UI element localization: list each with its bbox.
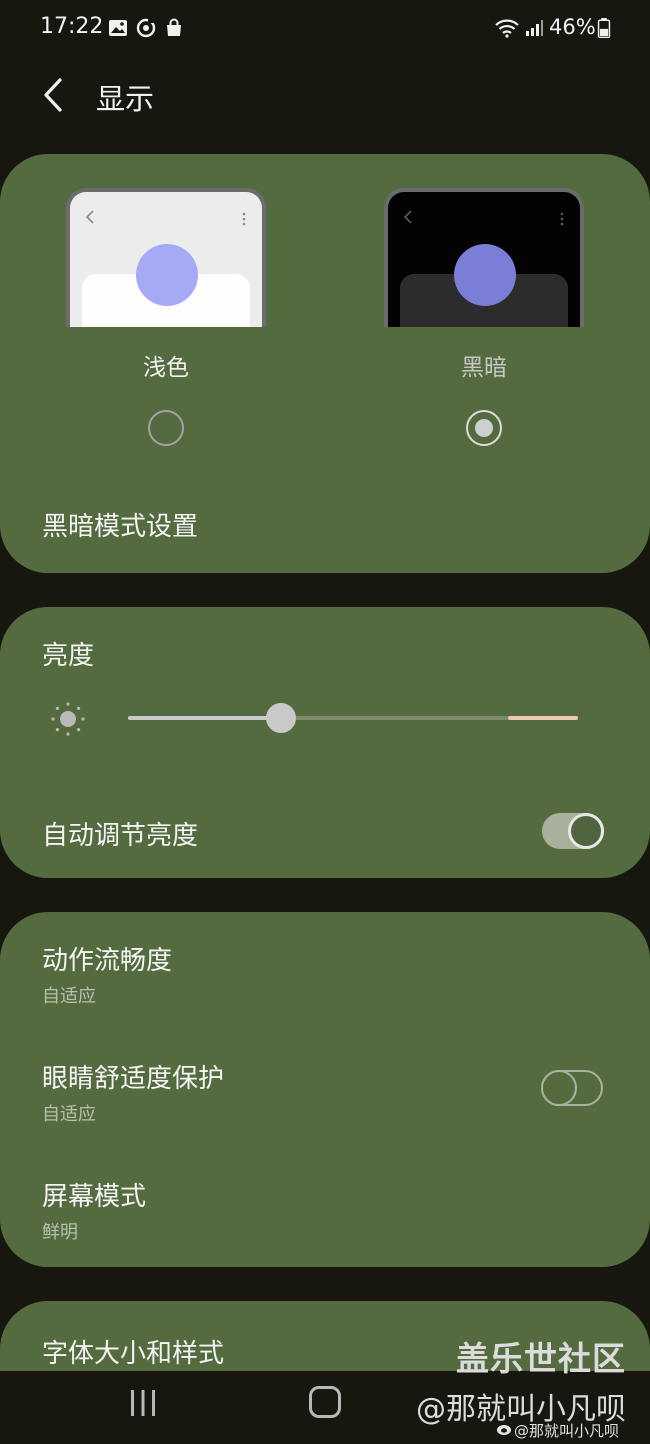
item-subtitle: 鲜明: [42, 1222, 78, 1243]
battery-percent: 46%: [549, 15, 596, 39]
item-title: 动作流畅度: [42, 946, 173, 976]
battery-icon: [597, 18, 611, 38]
dark-theme-radio[interactable]: [466, 410, 502, 446]
toggle-knob: [541, 1070, 577, 1106]
status-time: 17:22: [40, 14, 104, 39]
light-theme-radio[interactable]: [148, 410, 184, 446]
recent-apps-icon[interactable]: [128, 1388, 158, 1418]
dark-theme-label: 黑暗: [461, 355, 507, 381]
status-bar: 17:22 46%: [0, 0, 650, 56]
display-options-card: 动作流畅度 自适应 眼睛舒适度保护 自适应 屏幕模式 鲜明: [0, 912, 650, 1267]
slider-extra-brightness-zone: [508, 716, 578, 720]
watermark-weibo-handle: @那就叫小凡呗: [514, 1422, 620, 1440]
eye-comfort-toggle[interactable]: [541, 1070, 603, 1106]
auto-brightness-toggle[interactable]: [542, 813, 604, 849]
brightness-label: 亮度: [42, 641, 95, 671]
shopping-bag-icon: [167, 18, 181, 36]
font-size-style-item[interactable]: 字体大小和样式: [42, 1333, 224, 1370]
preview-back-icon: [403, 210, 412, 224]
dark-theme-preview: [384, 188, 584, 327]
signal-icon: [526, 20, 543, 36]
wifi-icon: [495, 19, 519, 38]
eye-comfort-item[interactable]: 眼睛舒适度保护 自适应: [0, 1050, 650, 1150]
motion-smoothness-item[interactable]: 动作流畅度 自适应: [0, 932, 650, 1032]
sync-icon: [136, 18, 156, 38]
toggle-knob: [568, 813, 604, 849]
home-icon[interactable]: [309, 1386, 341, 1418]
header: 显示: [0, 60, 650, 130]
brightness-card: 亮度 自动调节亮度: [0, 607, 650, 878]
dark-theme-option[interactable]: 黑暗: [384, 188, 584, 446]
screen-mode-item[interactable]: 屏幕模式 鲜明: [0, 1168, 650, 1268]
page-title: 显示: [96, 82, 155, 116]
slider-thumb[interactable]: [266, 703, 296, 733]
item-title: 屏幕模式: [42, 1182, 147, 1212]
preview-circle: [136, 244, 198, 306]
gallery-icon: [109, 20, 127, 36]
brightness-slider[interactable]: [128, 703, 578, 733]
light-theme-option[interactable]: 浅色: [66, 188, 266, 446]
slider-fill: [128, 716, 281, 720]
brightness-sun-icon: [51, 702, 85, 736]
watermark-community: 盖乐世社区: [456, 1339, 626, 1378]
preview-more-icon: [560, 212, 564, 226]
light-theme-label: 浅色: [143, 355, 189, 381]
item-subtitle: 自适应: [42, 986, 96, 1007]
chevron-left-icon[interactable]: [30, 72, 76, 118]
preview-back-icon: [85, 210, 94, 224]
item-subtitle: 自适应: [42, 1104, 96, 1125]
weibo-icon: [497, 1425, 511, 1435]
auto-brightness-label: 自动调节亮度: [42, 821, 199, 851]
preview-more-icon: [242, 212, 246, 226]
light-theme-preview: [66, 188, 266, 327]
display-settings-screen: 17:22 46% 显示 浅色 黑暗 黑暗模式设置 亮度 自动调节亮度 动作流畅…: [0, 0, 650, 1444]
dark-mode-settings-item[interactable]: 黑暗模式设置: [42, 506, 198, 543]
item-title: 眼睛舒适度保护: [42, 1064, 225, 1094]
theme-card: 浅色 黑暗 黑暗模式设置: [0, 154, 650, 573]
preview-circle: [454, 244, 516, 306]
